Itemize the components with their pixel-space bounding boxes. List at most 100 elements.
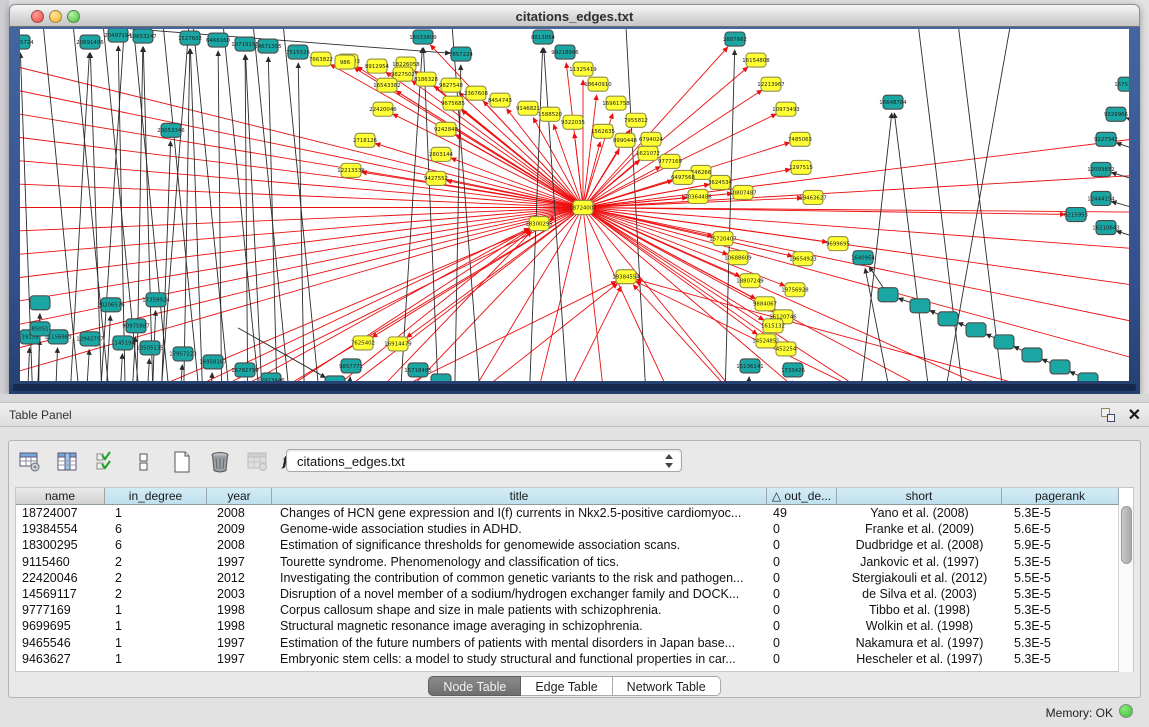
graph-edge[interactable] — [1112, 201, 1129, 217]
graph-node[interactable]: 8813054 — [531, 30, 556, 44]
graph-node[interactable] — [910, 299, 930, 313]
close-panel-icon[interactable]: ✕ — [1128, 405, 1141, 425]
graph-node[interactable]: 7857224 — [449, 47, 474, 61]
graph-node[interactable]: 19463627 — [799, 190, 826, 204]
graph-node[interactable] — [325, 376, 345, 381]
graph-node[interactable]: 1733426 — [781, 363, 806, 377]
graph-node[interactable]: 6497568 — [671, 170, 696, 184]
graph-node[interactable]: 16033809 — [409, 30, 437, 44]
graph-node[interactable]: 6794024 — [639, 132, 664, 146]
graph-edge[interactable] — [118, 46, 126, 381]
graph-edge[interactable] — [248, 29, 293, 381]
graph-node[interactable]: 18807249 — [736, 274, 764, 288]
graph-node[interactable]: 9827548 — [439, 78, 464, 92]
graph-edge[interactable] — [26, 348, 30, 381]
column-header-short[interactable]: short — [837, 488, 1002, 505]
graph-node[interactable] — [966, 323, 986, 337]
citation-edge[interactable] — [583, 172, 1129, 207]
citation-edge[interactable] — [362, 172, 583, 207]
citation-edge[interactable] — [20, 157, 583, 207]
graph-node[interactable]: 8454743 — [488, 93, 512, 107]
graph-edge[interactable] — [183, 49, 190, 381]
graph-node[interactable]: 986 — [335, 55, 355, 69]
graph-node[interactable]: 7515526 — [286, 45, 311, 59]
graph-edge[interactable] — [145, 359, 149, 381]
panel-splitter[interactable] — [0, 394, 1149, 403]
graph-node[interactable]: 8990448 — [613, 133, 638, 147]
graph-edge[interactable] — [423, 48, 440, 381]
graph-node[interactable]: 2803144 — [429, 147, 454, 161]
graph-node[interactable]: 15720407 — [709, 232, 736, 246]
graph-node[interactable]: 9777169 — [658, 154, 683, 168]
import-table-disabled-icon[interactable] — [245, 450, 271, 474]
citation-edge[interactable] — [637, 280, 1088, 381]
table-row[interactable]: 977716911998Corpus callosum shape and si… — [16, 602, 1119, 618]
graph-node[interactable]: 1615132 — [761, 319, 785, 333]
graph-node[interactable]: 9857771 — [339, 359, 363, 373]
table-select-combobox[interactable]: citations_edges.txt — [286, 449, 682, 472]
graph-edge[interactable] — [118, 354, 122, 381]
graph-node[interactable]: 90975887 — [122, 319, 149, 333]
graph-node[interactable]: 18640910 — [584, 77, 612, 91]
graph-node[interactable]: 9146821 — [516, 101, 540, 115]
graph-node[interactable]: 19654923 — [789, 252, 816, 266]
graph-edge[interactable] — [54, 348, 58, 381]
graph-node[interactable]: 20497194 — [104, 29, 132, 42]
graph-node[interactable]: 16154808 — [742, 53, 770, 67]
graph-node[interactable]: 15718485 — [404, 363, 431, 377]
table-row[interactable]: 911546021997Tourette syndrome. Phenomeno… — [16, 554, 1119, 570]
graph-node[interactable] — [30, 296, 50, 310]
graph-node[interactable]: 9427552 — [424, 171, 448, 185]
graph-node[interactable]: 9329966 — [1104, 107, 1129, 121]
graph-node[interactable]: 10688609 — [724, 251, 752, 265]
graph-node[interactable] — [994, 335, 1014, 349]
graph-edge[interactable] — [894, 113, 934, 381]
graph-node[interactable]: 9242848 — [434, 122, 459, 136]
graph-node[interactable]: 7663822 — [309, 52, 333, 66]
graph-node[interactable]: 1145194 — [111, 336, 136, 350]
citation-edge[interactable] — [583, 208, 1129, 373]
graph-node[interactable] — [938, 312, 958, 326]
column-header-pagerank[interactable]: pagerank — [1002, 488, 1119, 505]
column-header-name[interactable]: name — [16, 488, 105, 505]
graph-node[interactable]: 10973493 — [772, 102, 799, 116]
graph-node[interactable]: 16648784 — [879, 95, 907, 109]
window-titlebar[interactable]: citations_edges.txt — [9, 4, 1140, 27]
table-row[interactable]: 1830029562008Estimation of significance … — [16, 537, 1119, 553]
create-column-icon[interactable] — [169, 450, 195, 474]
citation-edge[interactable] — [447, 181, 583, 208]
graph-node[interactable]: 14055724 — [20, 35, 34, 49]
graph-node[interactable]: 16543382 — [373, 78, 400, 92]
graph-edge[interactable] — [158, 29, 193, 381]
graph-edge[interactable] — [188, 29, 233, 381]
table-row[interactable]: 1872400712008Changes of HCN gene express… — [16, 505, 1119, 521]
graph-node[interactable]: 14671355 — [254, 39, 281, 53]
graph-node[interactable]: 1621072 — [636, 146, 660, 160]
graph-node[interactable]: 10807487 — [729, 185, 756, 199]
show-columns-icon[interactable] — [55, 450, 81, 474]
graph-edge[interactable] — [1126, 118, 1129, 132]
graph-node[interactable]: 22420046 — [369, 102, 397, 116]
citation-edge[interactable] — [376, 144, 583, 208]
row-height-icon[interactable] — [131, 450, 157, 474]
tab-node-table[interactable]: Node Table — [428, 676, 521, 696]
table-mode-icon[interactable] — [17, 450, 43, 474]
delete-column-icon[interactable] — [207, 450, 233, 474]
graph-node[interactable]: 20691406 — [76, 35, 104, 49]
citation-edge[interactable] — [218, 230, 530, 381]
graph-node[interactable]: 17957223 — [169, 347, 196, 361]
graph-node[interactable]: 9322035 — [561, 115, 585, 129]
graph-node[interactable]: 8186328 — [414, 72, 439, 86]
graph-node[interactable]: 12444154 — [1087, 191, 1115, 205]
graph-node[interactable] — [1022, 348, 1042, 362]
graph-node[interactable]: 2718126 — [353, 133, 378, 147]
citation-edge[interactable] — [583, 208, 768, 381]
graph-node[interactable]: 1527602 — [178, 31, 202, 45]
graph-node[interactable]: 19384554 — [612, 270, 640, 284]
graph-edge[interactable] — [84, 350, 89, 381]
table-row[interactable]: 1938455462009Genome-wide association stu… — [16, 521, 1119, 537]
citation-edge[interactable] — [583, 95, 597, 207]
graph-node[interactable]: 19756928 — [781, 283, 809, 297]
graph-edge[interactable] — [218, 51, 222, 381]
graph-node[interactable]: 16914479 — [384, 337, 412, 351]
